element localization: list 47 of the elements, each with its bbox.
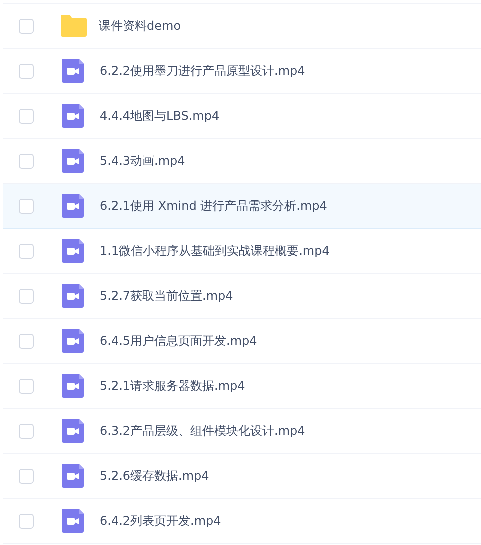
file-row[interactable]: 课件资料demo [3,3,481,49]
checkbox[interactable] [19,64,34,78]
file-name[interactable]: 5.2.6缓存数据.mp4 [100,468,210,484]
file-row[interactable]: 6.2.2使用墨刀进行产品原型设计.mp4 [3,49,481,94]
file-name[interactable]: 6.4.2列表页开发.mp4 [100,512,222,530]
file-row[interactable]: 5.2.1请求服务器数据.mp4 [3,364,481,409]
video-file-icon [62,509,84,533]
video-file-icon [62,239,84,263]
file-row[interactable]: 5.2.7获取当前位置.mp4 [3,274,481,319]
file-name[interactable]: 6.3.2产品层级、组件模块化设计.mp4 [100,422,306,440]
video-file-icon [62,149,84,173]
video-file-icon [62,194,84,218]
video-file-icon [62,419,84,443]
folder-icon [61,15,87,37]
file-row[interactable]: 6.4.5用户信息页面开发.mp4 [3,319,481,364]
file-row[interactable]: 5.2.6缓存数据.mp4 [3,454,481,499]
file-row[interactable]: 6.2.1使用 Xmind 进行产品需求分析.mp4 [3,184,481,229]
file-name[interactable]: 4.4.4地图与LBS.mp4 [100,108,220,124]
checkbox[interactable] [19,468,34,484]
video-file-icon [62,284,84,308]
checkbox[interactable] [19,334,34,348]
checkbox[interactable] [19,288,34,304]
checkbox[interactable] [19,108,34,124]
checkbox[interactable] [19,154,34,168]
file-name[interactable]: 6.2.1使用 Xmind 进行产品需求分析.mp4 [100,198,328,214]
file-name[interactable]: 6.4.5用户信息页面开发.mp4 [100,332,258,350]
checkbox[interactable] [19,244,34,258]
file-name[interactable]: 课件资料demo [99,18,182,34]
checkbox[interactable] [19,424,34,438]
file-row[interactable]: 6.4.2列表页开发.mp4 [3,499,481,544]
checkbox[interactable] [19,514,34,528]
video-file-icon [62,329,84,353]
file-name[interactable]: 1.1微信小程序从基础到实战课程概要.mp4 [100,242,330,260]
file-row[interactable]: 4.4.4地图与LBS.mp4 [3,94,481,139]
file-name[interactable]: 5.2.1请求服务器数据.mp4 [100,378,246,394]
checkbox[interactable] [19,378,34,394]
checkbox[interactable] [19,18,34,34]
file-row[interactable]: 1.1微信小程序从基础到实战课程概要.mp4 [3,229,481,274]
video-file-icon [62,104,84,128]
file-name[interactable]: 5.2.7获取当前位置.mp4 [100,288,234,304]
file-name[interactable]: 6.2.2使用墨刀进行产品原型设计.mp4 [100,62,306,80]
video-file-icon [62,374,84,398]
file-name[interactable]: 5.4.3动画.mp4 [100,152,186,170]
checkbox[interactable] [19,198,34,214]
video-file-icon [62,59,84,83]
video-file-icon [62,464,84,488]
file-row[interactable]: 6.3.2产品层级、组件模块化设计.mp4 [3,409,481,454]
